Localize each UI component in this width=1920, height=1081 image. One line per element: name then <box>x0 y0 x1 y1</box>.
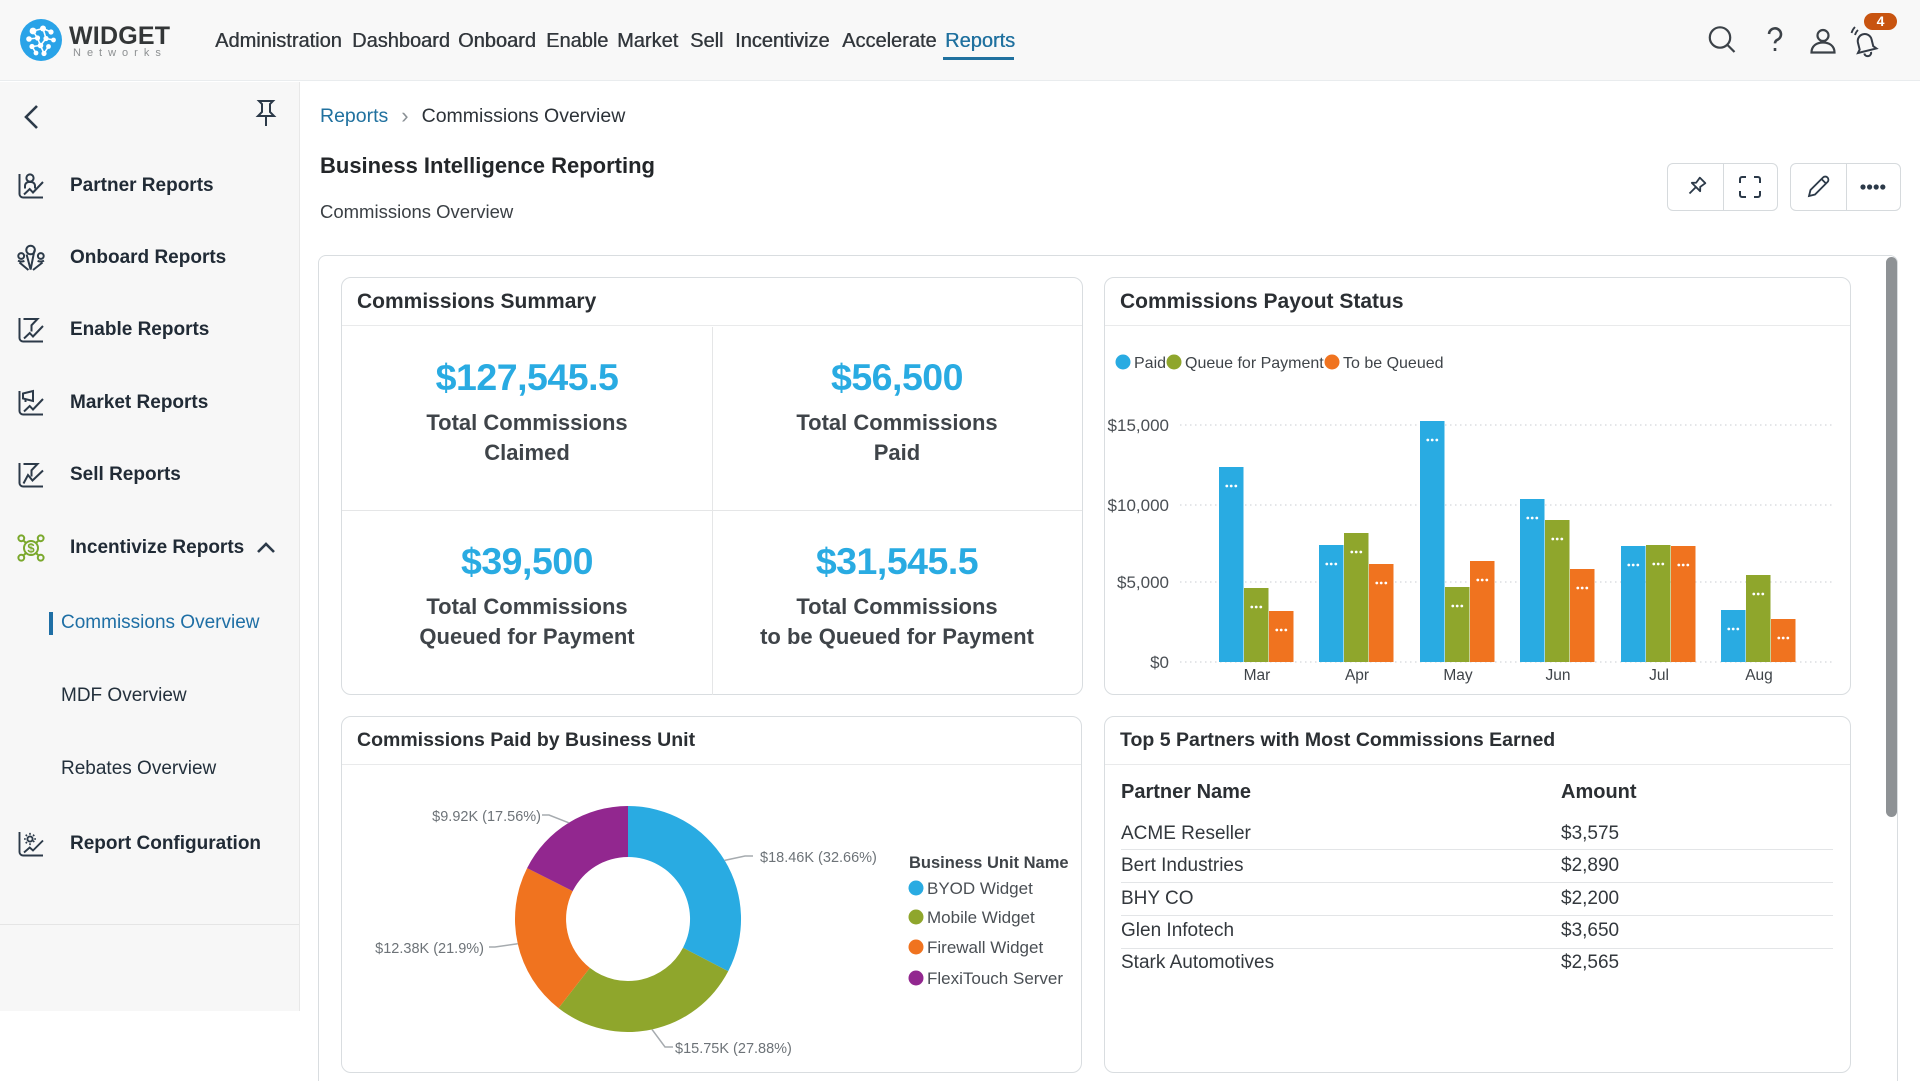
svg-text:May: May <box>1443 667 1473 684</box>
svg-text:$18.46K (32.66%): $18.46K (32.66%) <box>760 850 877 866</box>
svg-text:$9.92K (17.56%): $9.92K (17.56%) <box>432 809 541 825</box>
svg-text:FlexiTouch Server: FlexiTouch Server <box>927 969 1063 988</box>
svg-text:Queue for Payment: Queue for Payment <box>1185 355 1324 372</box>
svg-text:Aug: Aug <box>1745 667 1773 684</box>
svg-text:Jul: Jul <box>1649 667 1669 684</box>
svg-text:Firewall Widget: Firewall Widget <box>927 938 1043 957</box>
svg-text:Business Unit Name: Business Unit Name <box>909 854 1069 872</box>
svg-text:To be Queued: To be Queued <box>1343 355 1444 372</box>
svg-text:Mobile Widget: Mobile Widget <box>927 908 1035 927</box>
svg-text:$0: $0 <box>1150 653 1169 672</box>
svg-text:BYOD Widget: BYOD Widget <box>927 879 1033 898</box>
svg-text:$12.38K (21.9%): $12.38K (21.9%) <box>375 941 484 957</box>
svg-text:Apr: Apr <box>1345 667 1369 684</box>
svg-text:$15.75K (27.88%): $15.75K (27.88%) <box>675 1041 792 1057</box>
svg-text:Mar: Mar <box>1244 667 1271 684</box>
svg-text:Paid: Paid <box>1134 355 1166 372</box>
svg-text:$5,000: $5,000 <box>1117 573 1169 592</box>
svg-text:$10,000: $10,000 <box>1108 496 1169 515</box>
svg-text:Jun: Jun <box>1546 667 1571 684</box>
svg-text:$: $ <box>27 541 35 556</box>
svg-text:$15,000: $15,000 <box>1108 416 1169 435</box>
